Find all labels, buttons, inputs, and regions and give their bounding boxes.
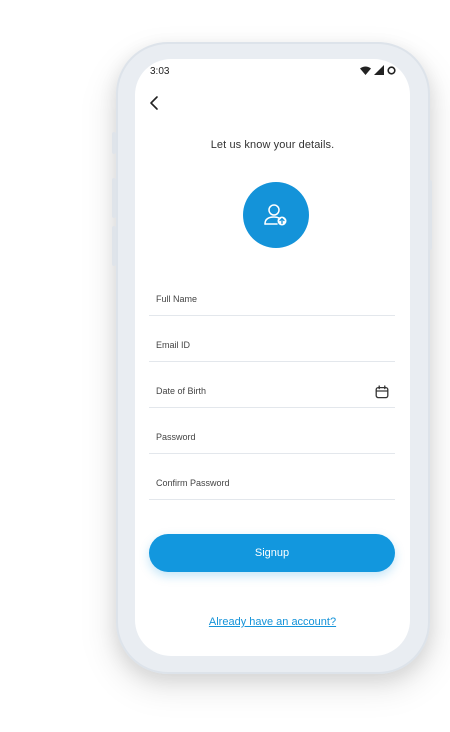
status-bar: 3:03 bbox=[135, 59, 410, 83]
calendar-icon[interactable] bbox=[375, 385, 389, 399]
phone-side-button bbox=[112, 132, 116, 154]
date-of-birth-input[interactable] bbox=[149, 381, 366, 401]
phone-volume-down-button bbox=[112, 226, 116, 266]
status-time: 3:03 bbox=[150, 66, 170, 77]
confirm-password-input[interactable] bbox=[149, 473, 366, 493]
email-field bbox=[149, 331, 395, 362]
signup-button[interactable]: Signup bbox=[149, 534, 395, 572]
status-icons bbox=[360, 65, 396, 75]
login-link[interactable]: Already have an account? bbox=[135, 616, 410, 628]
full-name-input[interactable] bbox=[149, 289, 366, 309]
back-button[interactable] bbox=[147, 95, 163, 111]
phone-power-button bbox=[428, 180, 432, 250]
email-input[interactable] bbox=[149, 335, 366, 355]
phone-screen: 3:03 Let us know your details. Full Name… bbox=[135, 59, 410, 656]
password-input[interactable] bbox=[149, 427, 366, 447]
confirm-password-field bbox=[149, 469, 395, 500]
page-title: Let us know your details. bbox=[210, 139, 335, 151]
battery-icon bbox=[387, 65, 396, 75]
password-field bbox=[149, 423, 395, 454]
wifi-icon bbox=[360, 66, 371, 75]
full-name-field bbox=[149, 285, 395, 316]
signal-icon bbox=[374, 65, 384, 75]
phone-volume-up-button bbox=[112, 178, 116, 218]
back-arrow-icon bbox=[150, 96, 158, 110]
avatar-upload-button[interactable] bbox=[243, 182, 309, 248]
date-of-birth-field bbox=[149, 377, 395, 408]
user-upload-icon bbox=[264, 204, 287, 226]
